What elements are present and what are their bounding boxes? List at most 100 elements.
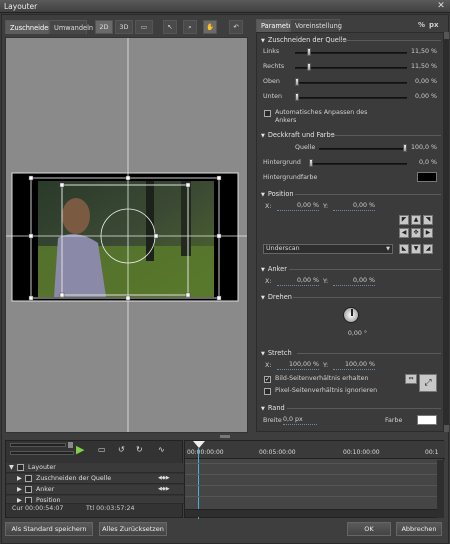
loop-icon[interactable]: ↺ (118, 445, 125, 454)
opacity-bg-thumb[interactable] (309, 159, 313, 167)
play-icon[interactable]: ▶ (76, 443, 84, 456)
align-top-left-icon[interactable]: ◤ (399, 215, 409, 225)
align-bottom-icon[interactable]: ▼ (411, 244, 421, 254)
zoom-icon[interactable]: ⌕ (183, 20, 197, 34)
track-row-position[interactable]: ▶ Position (6, 496, 184, 504)
align-right-icon[interactable]: ▶ (423, 228, 433, 238)
align-bottom-left-icon[interactable]: ◣ (399, 244, 409, 254)
keyframe-nav-icon[interactable]: ◀◆▶ (158, 486, 170, 492)
position-x-field[interactable]: 0,00 % (277, 202, 319, 211)
section-anchor-header[interactable]: ▼ Anker (261, 265, 287, 273)
unit-percent[interactable]: % (418, 21, 425, 29)
scroll-up-icon[interactable] (444, 32, 449, 39)
crop-bottom-value[interactable]: 0,00 % (407, 93, 437, 100)
rotation-dial[interactable] (343, 307, 359, 323)
section-rotate-header[interactable]: ▼ Drehen (261, 293, 292, 301)
expand-icon[interactable]: ▶ (17, 486, 22, 493)
cancel-button[interactable]: Abbrechen (396, 522, 442, 536)
crop-right-value[interactable]: 11,50 % (407, 63, 437, 70)
track-row-anchor[interactable]: ▶ Anker ◀◆▶ (6, 485, 184, 495)
align-left-icon[interactable]: ◀ (399, 228, 409, 238)
track-checkbox[interactable] (25, 475, 32, 482)
tab-zuschneiden[interactable]: Zuschneiden (5, 20, 52, 34)
crop-top-slider[interactable] (295, 82, 407, 84)
graph-icon[interactable]: ∿ (158, 445, 165, 454)
crop-bottom-slider[interactable] (295, 97, 407, 99)
stretch-y-field[interactable]: 100,00 % (333, 361, 375, 370)
track-checkbox[interactable] (25, 486, 32, 493)
rotation-value[interactable]: 0,00 ° (327, 330, 367, 337)
keyframe-nav-icon[interactable]: ◀◆▶ (158, 475, 170, 481)
track-row-layouter[interactable]: ▼ Layouter (6, 463, 184, 473)
expand-icon[interactable]: ▶ (17, 497, 22, 503)
crop-left-value[interactable]: 11,50 % (407, 48, 437, 55)
crop-left-slider[interactable] (295, 52, 407, 54)
save-default-button[interactable]: Als Standard speichern (5, 522, 93, 536)
ignore-pixel-checkbox[interactable] (264, 388, 271, 395)
volume-slider[interactable] (10, 451, 74, 455)
crop-top-thumb[interactable] (295, 78, 299, 86)
align-center-icon[interactable]: ✥ (411, 228, 421, 238)
close-icon[interactable]: ✕ (436, 1, 446, 11)
expand-icon[interactable]: ▼ (9, 464, 14, 471)
expand-icon[interactable]: ▶ (17, 475, 22, 482)
crop-bottom-thumb[interactable] (295, 93, 299, 101)
align-top-icon[interactable]: ▲ (411, 215, 421, 225)
anchor-y-field[interactable]: 0,00 % (333, 277, 375, 286)
zoom-slider-button[interactable] (68, 442, 73, 448)
border-width-field[interactable]: 0,0 px (283, 416, 317, 425)
crop-right-slider[interactable] (295, 67, 407, 69)
fullscreen-icon[interactable]: ⤢ (419, 374, 437, 392)
opacity-source-value[interactable]: 100,0 % (407, 144, 437, 151)
bgcolor-swatch[interactable] (417, 172, 437, 182)
opacity-bg-slider[interactable] (309, 163, 407, 165)
auto-adjust-checkbox[interactable] (264, 110, 271, 117)
tab-voreinstellung[interactable]: Voreinstellung (290, 19, 342, 32)
align-bottom-right-icon[interactable]: ◢ (423, 244, 433, 254)
track-checkbox[interactable] (25, 497, 32, 503)
comment-icon[interactable]: ▭ (98, 445, 106, 454)
mode-3d-button[interactable]: 3D (115, 20, 133, 34)
mode-2d-button[interactable]: 2D (95, 20, 113, 34)
reset-all-button[interactable]: Alles Zurücksetzen (99, 522, 167, 536)
scroll-down-icon[interactable] (444, 425, 449, 432)
tab-umwandeln[interactable]: Umwandeln (49, 20, 93, 34)
opacity-bg-value[interactable]: 0,0 % (407, 159, 437, 166)
time-ruler[interactable]: 00:00:00:00 00:05:00:00 00:10:00:00 00:1 (185, 441, 445, 459)
section-border-header[interactable]: ▼ Rand (261, 404, 285, 412)
timeline-scrollbar[interactable] (437, 460, 444, 518)
keep-aspect-checkbox[interactable]: ✓ (264, 376, 271, 383)
pointer-icon[interactable]: ↖ (163, 20, 177, 34)
timeline-area[interactable]: 00:00:00:00 00:05:00:00 00:10:00:00 00:1 (184, 440, 445, 519)
panel-scrollbar[interactable] (444, 32, 449, 432)
fit-view-icon[interactable]: ▭ (135, 20, 153, 34)
preview-canvas[interactable] (5, 37, 248, 433)
zoom-slider[interactable] (10, 443, 66, 447)
section-crop-header[interactable]: ▼ Zuschneiden der Quelle (261, 36, 347, 44)
position-mode-select[interactable]: Underscan ▼ (263, 244, 393, 254)
undo-icon[interactable]: ↶ (229, 20, 243, 34)
border-color-swatch[interactable] (417, 415, 437, 425)
hand-icon[interactable]: ✋ (203, 20, 217, 34)
swap-icon[interactable]: ⇔ (405, 374, 417, 384)
position-y-field[interactable]: 0,00 % (333, 202, 375, 211)
unit-px[interactable]: px (429, 21, 439, 29)
section-stretch-header[interactable]: ▼ Stretch (261, 349, 292, 357)
splitter-handle[interactable] (220, 435, 230, 438)
crop-right-thumb[interactable] (307, 63, 312, 71)
section-position-header[interactable]: ▼ Position (261, 190, 294, 198)
align-top-right-icon[interactable]: ◥ (423, 215, 433, 225)
crop-top-value[interactable]: 0,00 % (407, 78, 437, 85)
track-row-crop[interactable]: ▶ Zuschneiden der Quelle ◀◆▶ (6, 474, 184, 484)
anchor-x-field[interactable]: 0,00 % (277, 277, 319, 286)
opacity-source-slider[interactable] (319, 148, 407, 150)
crop-left-thumb[interactable] (307, 48, 312, 56)
playhead-icon[interactable] (193, 441, 205, 448)
stretch-x-field[interactable]: 100,00 % (277, 361, 319, 370)
redo-icon[interactable]: ↻ (136, 445, 143, 454)
tab-parameter[interactable]: Parameter (256, 19, 295, 32)
ok-button[interactable]: OK (347, 522, 391, 536)
track-checkbox[interactable] (17, 464, 24, 471)
section-opacity-header[interactable]: ▼ Deckkraft und Farbe (261, 131, 335, 139)
timeline-hscrollbar[interactable] (185, 509, 437, 517)
